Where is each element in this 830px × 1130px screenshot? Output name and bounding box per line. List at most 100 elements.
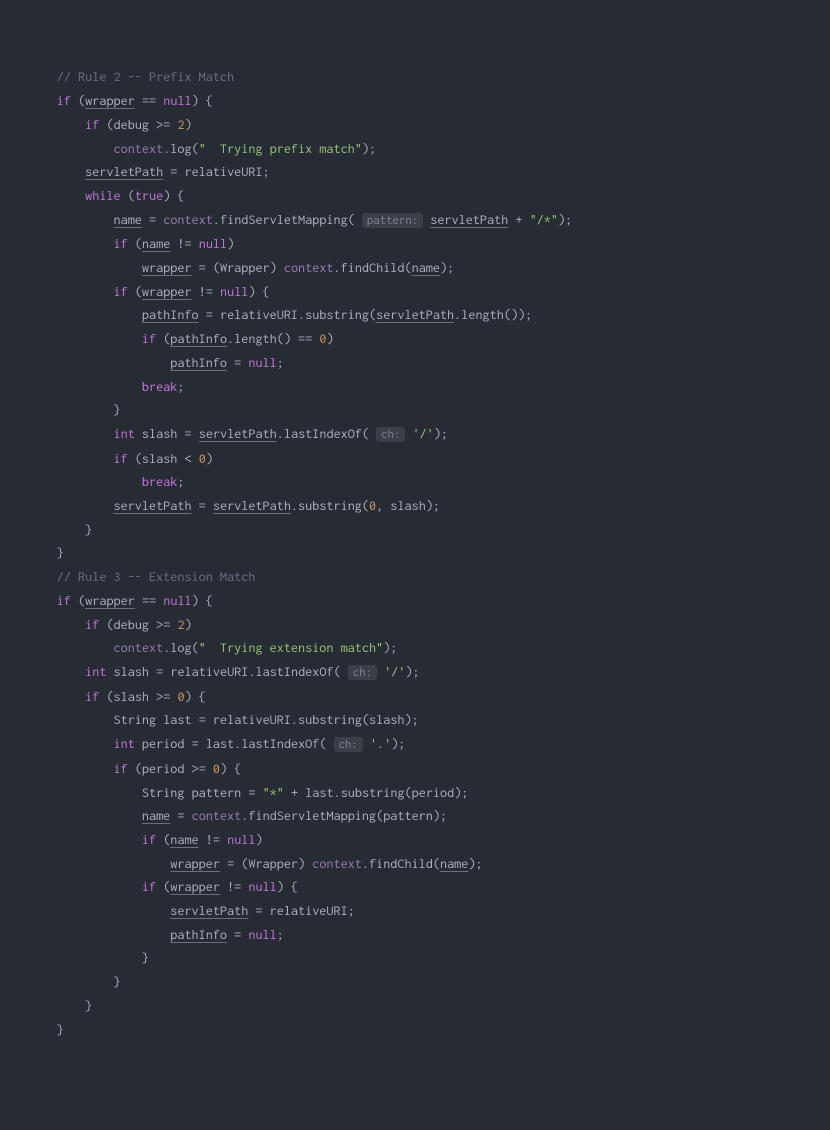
code-line: servletPath = relativeURI; (0, 160, 830, 184)
inlay-hint: ch: (376, 427, 405, 442)
operator: != (227, 879, 241, 894)
if-keyword: if (142, 832, 156, 847)
debug-identifier: debug (114, 617, 149, 632)
relativeURI-identifier: relativeURI (213, 712, 291, 727)
last-identifier: last (206, 736, 234, 751)
code-line: wrapper = (Wrapper) context.findChild(na… (0, 256, 830, 280)
true-keyword: true (135, 188, 163, 203)
comment: // Rule 3 -- Extension Match (57, 569, 256, 584)
code-line: if (pathInfo.length() == 0) (0, 327, 830, 351)
code-line: if (wrapper == null) { (0, 589, 830, 613)
code-line: while (true) { (0, 184, 830, 208)
String-identifier: String (142, 785, 185, 800)
code-block: // Rule 2 -- Prefix Match if (wrapper ==… (0, 65, 830, 1041)
pattern-identifier: pattern (383, 808, 433, 823)
relativeURI-identifier: relativeURI (185, 164, 263, 179)
operator: = (177, 808, 184, 823)
code-line: // Rule 2 -- Prefix Match (0, 65, 830, 89)
context-object: context (192, 808, 242, 823)
period-identifier: period (412, 785, 455, 800)
log-method: log (170, 141, 191, 156)
int-keyword: int (114, 426, 135, 441)
code-line: } (0, 970, 830, 994)
lastIndexOf-method: lastIndexOf (256, 664, 334, 679)
code-line: context.log(" Trying extension match"); (0, 636, 830, 660)
substring-method: substring (298, 712, 362, 727)
operator: >= (156, 117, 170, 132)
number-literal: 0 (213, 761, 220, 776)
code-line: if (wrapper != null) { (0, 280, 830, 304)
inlay-hint: ch: (348, 665, 377, 680)
operator: >= (192, 761, 206, 776)
if-keyword: if (114, 451, 128, 466)
wrapper-variable: wrapper (85, 93, 135, 108)
code-line: context.log(" Trying prefix match"); (0, 137, 830, 161)
operator: = (192, 736, 199, 751)
code-line: servletPath = servletPath.substring(0, s… (0, 494, 830, 518)
operator: == (142, 93, 156, 108)
code-line: break; (0, 375, 830, 399)
code-line: if (debug >= 2) (0, 613, 830, 637)
lastIndexOf-method: lastIndexOf (241, 736, 319, 751)
operator: >= (156, 689, 170, 704)
while-keyword: while (85, 188, 120, 203)
slash-identifier: slash (390, 498, 425, 513)
length-method: length (234, 331, 277, 346)
pathInfo-variable: pathInfo (170, 927, 227, 942)
period-identifier: period (142, 736, 185, 751)
context-object: context (163, 212, 213, 227)
code-line: } (0, 518, 830, 542)
break-keyword: break (142, 474, 177, 489)
code-line: break; (0, 470, 830, 494)
wrapper-variable: wrapper (142, 284, 192, 299)
operator: < (185, 451, 192, 466)
operator: = (199, 260, 206, 275)
if-keyword: if (85, 617, 99, 632)
operator: = (199, 712, 206, 727)
context-object: context (312, 856, 362, 871)
last-identifier: last (305, 785, 333, 800)
null-keyword: null (248, 879, 276, 894)
code-line: } (0, 994, 830, 1018)
name-variable: name (142, 236, 170, 251)
substring-method: substring (298, 498, 362, 513)
Wrapper-identifier: Wrapper (248, 856, 298, 871)
substring-method: substring (341, 785, 405, 800)
code-line: if (name != null) (0, 232, 830, 256)
if-keyword: if (114, 284, 128, 299)
slash-identifier: slash (114, 689, 149, 704)
string-literal: '/' (384, 664, 405, 679)
operator: = (199, 498, 206, 513)
servletPath-variable: servletPath (199, 426, 277, 441)
pathInfo-variable: pathInfo (170, 331, 227, 346)
if-keyword: if (85, 117, 99, 132)
name-variable: name (142, 808, 170, 823)
code-line: int slash = relativeURI.lastIndexOf( ch:… (0, 660, 830, 685)
string-literal: "*" (263, 785, 284, 800)
lastIndexOf-method: lastIndexOf (284, 426, 362, 441)
code-line: } (0, 541, 830, 565)
string-literal: '/' (412, 426, 433, 441)
operator: != (177, 236, 191, 251)
servletPath-variable: servletPath (376, 307, 454, 322)
int-keyword: int (114, 736, 135, 751)
pathInfo-variable: pathInfo (142, 307, 199, 322)
if-keyword: if (114, 761, 128, 776)
name-variable: name (412, 260, 440, 275)
operator: >= (156, 617, 170, 632)
slash-identifier: slash (369, 712, 404, 727)
code-line: name = context.findServletMapping( patte… (0, 208, 830, 233)
relativeURI-identifier: relativeURI (220, 307, 298, 322)
code-line: servletPath = relativeURI; (0, 899, 830, 923)
Wrapper-identifier: Wrapper (220, 260, 270, 275)
code-line: wrapper = (Wrapper) context.findChild(na… (0, 852, 830, 876)
code-line: if (slash < 0) (0, 447, 830, 471)
name-variable: name (440, 856, 468, 871)
number-literal: 0 (199, 451, 206, 466)
code-line: if (name != null) (0, 828, 830, 852)
number-literal: 2 (177, 617, 184, 632)
if-keyword: if (57, 593, 71, 608)
length-method: length (461, 307, 504, 322)
code-line: // Rule 3 -- Extension Match (0, 565, 830, 589)
findServletMapping-method: findServletMapping (248, 808, 376, 823)
